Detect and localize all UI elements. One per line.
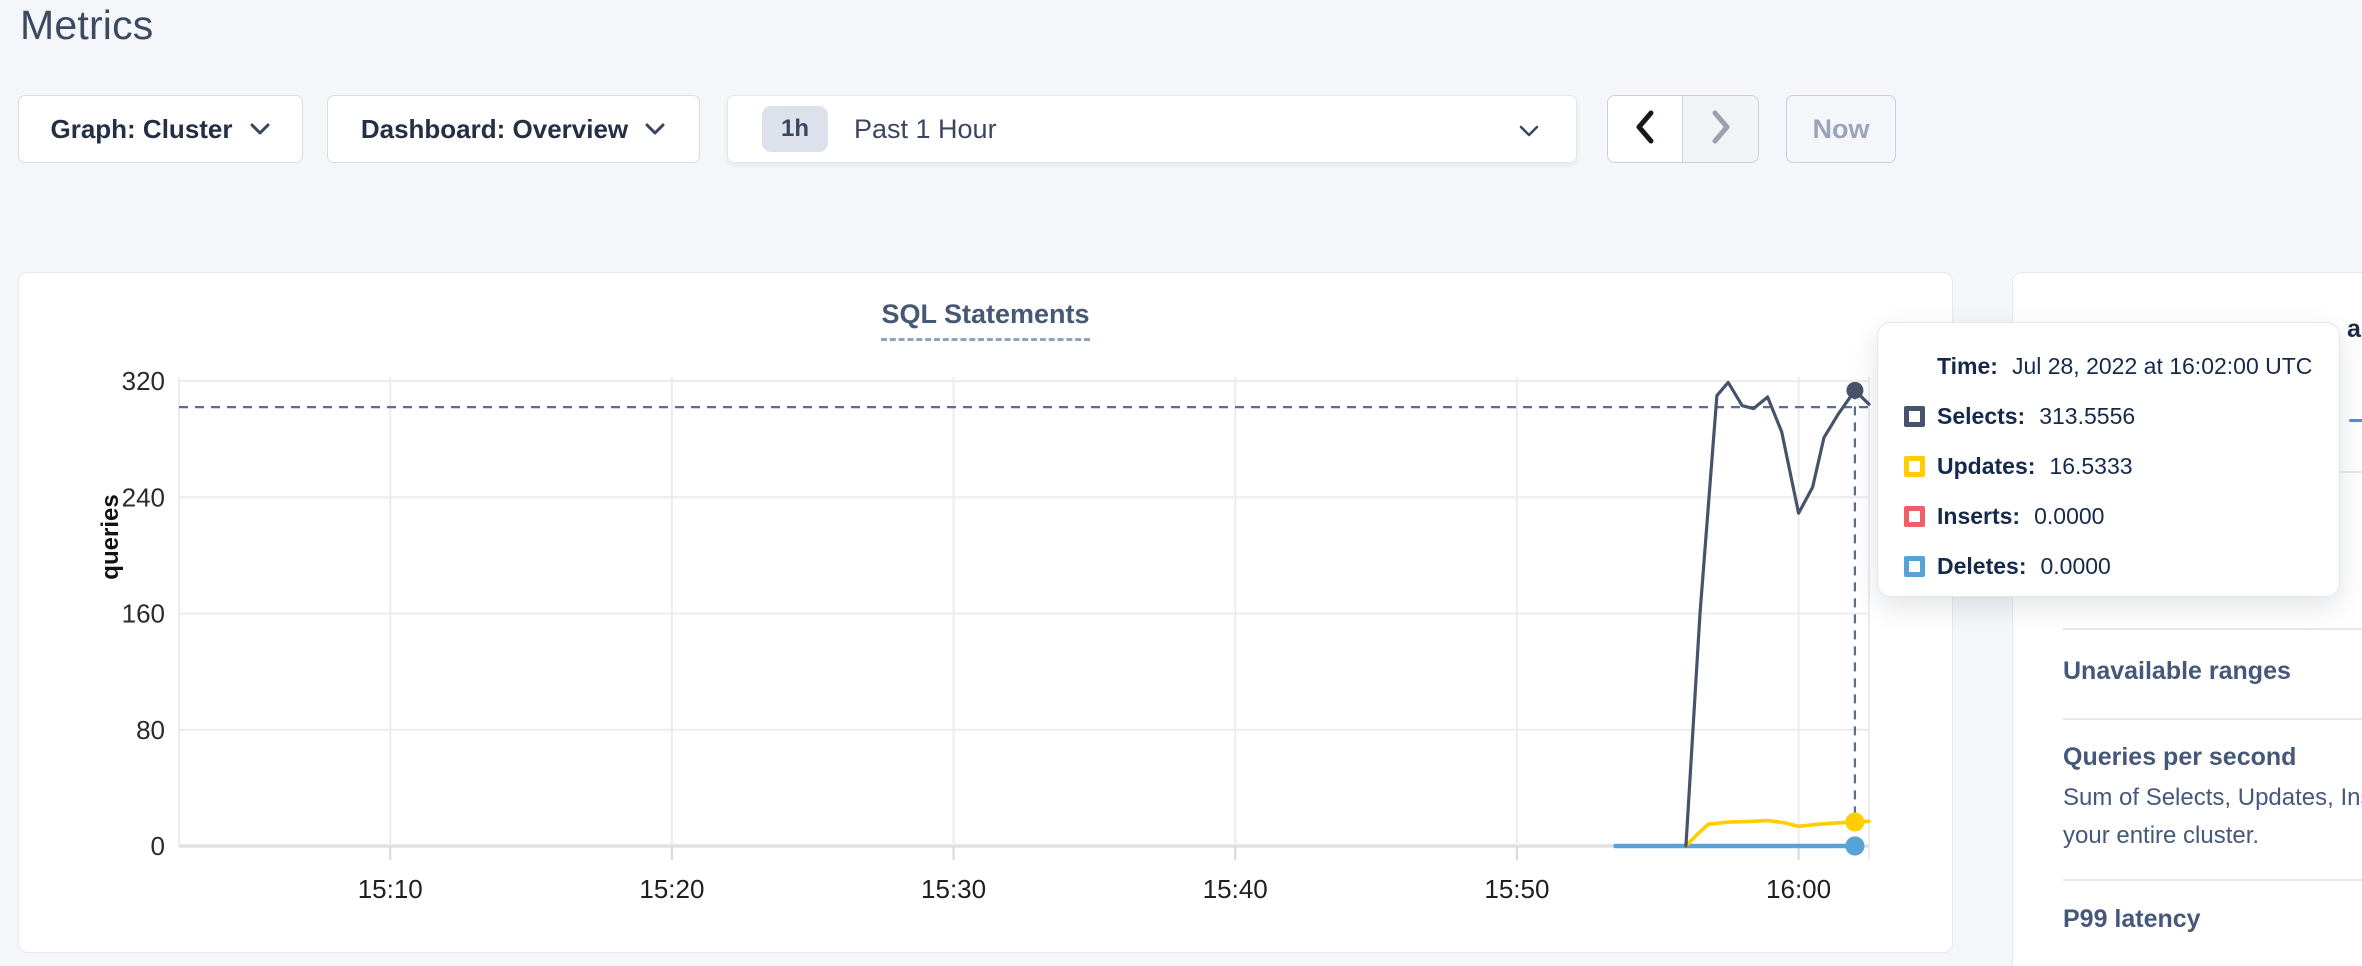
series-color-swatch-icon xyxy=(1904,406,1925,427)
time-range-selector[interactable]: 1h Past 1 Hour xyxy=(727,95,1577,163)
summary-item-queries-per-second: Queries per second xyxy=(2063,743,2296,772)
summary-item-description: Sum of Selects, Updates, Inserts your en… xyxy=(2063,779,2362,855)
series-color-swatch-icon xyxy=(1904,556,1925,577)
chevron-right-icon xyxy=(1709,109,1733,150)
tooltip-series-label: Updates: xyxy=(1937,453,2035,480)
graph-scope-dropdown[interactable]: Graph: Cluster xyxy=(18,95,303,163)
chevron-down-icon xyxy=(644,122,666,136)
tooltip-series-label: Inserts: xyxy=(1937,503,2020,530)
tooltip-series-label: Selects: xyxy=(1937,403,2025,430)
series-color-swatch-icon xyxy=(1904,506,1925,527)
sql-statements-chart-card: SQL Statements queries 08016024032015:10… xyxy=(18,272,1953,953)
sidebar-divider xyxy=(2063,628,2362,630)
next-range-button[interactable] xyxy=(1683,96,1758,162)
chevron-left-icon xyxy=(1633,109,1657,150)
svg-text:15:10: 15:10 xyxy=(358,874,423,904)
tooltip-time-label: Time: xyxy=(1937,353,1998,380)
svg-text:240: 240 xyxy=(122,482,165,512)
chevron-down-icon xyxy=(249,122,271,136)
svg-text:16:00: 16:00 xyxy=(1766,874,1831,904)
svg-text:15:50: 15:50 xyxy=(1484,874,1549,904)
metrics-toolbar: Graph: Cluster Dashboard: Overview 1h Pa… xyxy=(0,95,2362,163)
series-color-swatch-icon xyxy=(1904,456,1925,477)
chart-hover-tooltip: Time: Jul 28, 2022 at 16:02:00 UTC Selec… xyxy=(1877,322,2340,597)
tooltip-series-label: Deletes: xyxy=(1937,553,2026,580)
tooltip-series-row: Selects: 313.5556 xyxy=(1904,403,2313,430)
dashboard-dropdown[interactable]: Dashboard: Overview xyxy=(327,95,700,163)
sidebar-divider xyxy=(2063,718,2362,720)
svg-text:160: 160 xyxy=(122,599,165,629)
tooltip-series-value: 16.5333 xyxy=(2049,453,2132,480)
graph-scope-dropdown-label: Graph: Cluster xyxy=(50,114,232,145)
tooltip-series-value: 313.5556 xyxy=(2039,403,2135,430)
svg-text:0: 0 xyxy=(151,831,165,861)
now-button-label: Now xyxy=(1813,114,1870,145)
tooltip-series-value: 0.0000 xyxy=(2034,503,2104,530)
dashboard-dropdown-label: Dashboard: Overview xyxy=(361,114,628,145)
time-range-arrows xyxy=(1607,95,1759,163)
page-title: Metrics xyxy=(20,2,154,49)
tooltip-series-row: Inserts: 0.0000 xyxy=(1904,503,2313,530)
sql-statements-chart[interactable]: 0 80 160 240 320 15:10 15:20 15:30 15:40 15:50 16:… xyxy=(19,273,1954,954)
tooltip-time-value: Jul 28, 2022 at 16:02:00 UTC xyxy=(2012,353,2312,380)
time-range-label: Past 1 Hour xyxy=(854,114,997,145)
tooltip-series-row: Updates: 16.5333 xyxy=(1904,453,2313,480)
summary-item-unavailable-ranges: Unavailable ranges xyxy=(2063,657,2291,686)
clipped-link-fragment xyxy=(2349,419,2362,422)
svg-text:15:30: 15:30 xyxy=(921,874,986,904)
tooltip-series-row: Deletes: 0.0000 xyxy=(1904,553,2313,580)
time-range-badge: 1h xyxy=(762,106,828,152)
summary-item-p99-latency: P99 latency xyxy=(2063,905,2201,934)
sidebar-divider xyxy=(2063,879,2362,881)
svg-text:80: 80 xyxy=(136,715,165,745)
now-button[interactable]: Now xyxy=(1786,95,1896,163)
previous-range-button[interactable] xyxy=(1608,96,1683,162)
clipped-text-fragment: a xyxy=(2347,315,2361,344)
tooltip-series-value: 0.0000 xyxy=(2040,553,2110,580)
svg-text:15:40: 15:40 xyxy=(1203,874,1268,904)
tooltip-time-row: Time: Jul 28, 2022 at 16:02:00 UTC xyxy=(1904,353,2313,380)
svg-text:320: 320 xyxy=(122,366,165,396)
svg-text:15:20: 15:20 xyxy=(639,874,704,904)
chevron-down-icon xyxy=(1518,124,1540,143)
